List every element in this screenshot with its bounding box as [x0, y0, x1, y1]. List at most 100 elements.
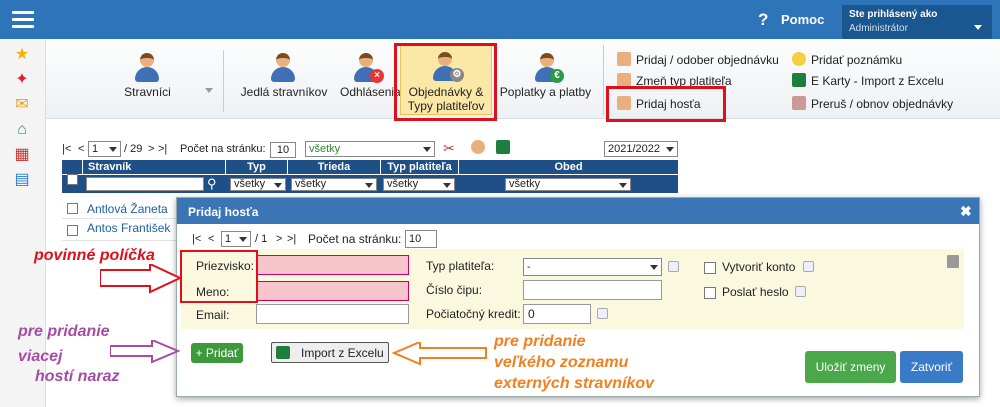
close-button[interactable]: Zatvoriť [900, 351, 963, 383]
ribbon-poplatky[interactable]: € Poplatky a platby [498, 53, 593, 113]
priezvisko-input[interactable] [256, 255, 409, 275]
annotation-import-3: externých stravníkov [494, 375, 655, 392]
th-trieda[interactable]: Trieda [287, 160, 380, 174]
row-name[interactable]: Antos František [87, 221, 170, 235]
modal-pager-last[interactable]: >| [287, 233, 296, 245]
per-page-input[interactable]: 10 [270, 142, 296, 158]
calendar-icon[interactable]: ▦ [13, 146, 31, 164]
caret-down-icon [274, 183, 282, 188]
help-link[interactable]: Pomoc [781, 12, 824, 27]
poslat-heslo-label: Poslať heslo [722, 285, 789, 299]
row-checkbox[interactable] [67, 225, 78, 236]
lightbulb-icon [792, 52, 806, 66]
filter-typ-platitela-value: všetky [387, 178, 419, 190]
vytvorit-konto-label: Vytvoriť konto [722, 260, 796, 274]
tools-icon[interactable]: ✂ [443, 140, 455, 157]
per-page-label: Počet na stránku: [180, 143, 266, 155]
user-name: Administrátor [849, 23, 908, 34]
meno-input[interactable] [256, 281, 409, 301]
person-icon [617, 52, 631, 66]
pager-page-select[interactable]: 1 [88, 141, 121, 157]
home-icon[interactable]: ⌂ [13, 121, 31, 139]
row-checkbox[interactable] [67, 203, 78, 214]
modal-pager-next[interactable]: > [276, 233, 282, 245]
link-pridat-poznamku[interactable]: Pridať poznámku [792, 52, 902, 67]
select-all-checkbox[interactable] [67, 174, 78, 185]
pager-total: / 29 [124, 143, 143, 155]
highlight-box-pridaj-hosta [606, 86, 726, 122]
search-icon[interactable]: ⚲ [207, 176, 217, 192]
ribbon-jedla[interactable]: Jedlá stravníkov [234, 53, 334, 113]
name-search-input[interactable] [86, 177, 204, 191]
year-select[interactable]: 2021/2022 [604, 141, 678, 157]
filter-obed[interactable]: všetky [505, 178, 631, 191]
user-menu[interactable]: Ste prihlásený ako Administrátor [842, 5, 992, 39]
link-prerus-obnov[interactable]: Preruš / obnov objednávky [792, 96, 953, 111]
modal-pager-prev[interactable]: < [208, 233, 214, 245]
pager-next[interactable]: > [148, 143, 154, 155]
pridat-button[interactable]: + Pridať [191, 343, 243, 363]
email-input[interactable] [256, 304, 409, 324]
filter-select[interactable]: všetky [305, 141, 435, 157]
modal-pager-page-select[interactable]: 1 [221, 231, 251, 247]
person-icon [617, 73, 631, 87]
close-icon[interactable]: ✖ [960, 203, 972, 220]
envelope-icon[interactable]: ✉ [13, 96, 31, 114]
annotation-import-2: veľkého zoznamu [494, 354, 629, 371]
typ-platitela-select[interactable]: - [523, 258, 662, 276]
excel-icon [276, 346, 290, 359]
info-icon[interactable] [803, 261, 814, 272]
caret-down-icon [666, 147, 674, 152]
hamburger-menu-icon[interactable] [12, 11, 34, 28]
top-bar: ? Pomoc Ste prihlásený ako Administrátor [0, 0, 1000, 39]
excel-export-icon[interactable] [496, 140, 510, 154]
caret-down-icon [423, 147, 431, 152]
vytvorit-konto-checkbox[interactable] [704, 262, 716, 274]
filter-typ-value: všetky [234, 178, 266, 190]
trash-icon[interactable] [947, 255, 959, 268]
chevron-down-icon[interactable] [205, 88, 213, 93]
filter-typ-platitela[interactable]: všetky [383, 178, 455, 191]
ribbon-stravnici[interactable]: Stravníci [100, 53, 195, 113]
info-icon[interactable] [597, 308, 608, 319]
import-excel-button[interactable]: Import z Excelu [271, 342, 389, 363]
magic-wand-icon[interactable]: ✦ [13, 71, 31, 89]
annotation-multi-1: pre pridanie [18, 323, 110, 340]
pager-last[interactable]: >| [158, 143, 167, 155]
th-typ[interactable]: Typ [225, 160, 287, 174]
help-icon[interactable]: ? [758, 10, 768, 30]
filter-trieda-value: všetky [295, 178, 327, 190]
th-obed[interactable]: Obed [458, 160, 678, 174]
kredit-input[interactable]: 0 [523, 304, 591, 324]
info-icon[interactable] [795, 286, 806, 297]
book-icon[interactable]: ▤ [13, 171, 31, 189]
annotation-arrow-purple [110, 340, 181, 364]
person-add-icon[interactable] [471, 140, 485, 154]
th-typ-platitela[interactable]: Typ platiteľa [380, 160, 458, 174]
filter-trieda[interactable]: všetky [291, 178, 377, 191]
modal-per-page-input[interactable]: 10 [405, 230, 437, 248]
caret-down-icon [619, 183, 627, 188]
caret-down-icon [365, 183, 373, 188]
row-name[interactable]: Antlová Žaneta [87, 202, 168, 216]
modal-pager-first[interactable]: |< [192, 233, 201, 245]
euro-badge-icon: € [550, 69, 564, 83]
filter-typ[interactable]: všetky [230, 178, 286, 191]
save-button[interactable]: Uložiť zmeny [805, 351, 896, 383]
poslat-heslo-checkbox[interactable] [704, 287, 716, 299]
cislo-cipu-input[interactable] [523, 280, 662, 300]
ribbon-odhlasenia[interactable]: × Odhlásenia [336, 53, 401, 113]
annotation-import-1: pre pridanie [494, 333, 586, 350]
pager-page-value: 1 [92, 143, 99, 155]
cislo-cipu-label: Číslo čipu: [426, 283, 483, 297]
user-prefix: Ste prihlásený ako [849, 9, 938, 20]
link-pridaj-odober[interactable]: Pridaj / odober objednávku [617, 52, 779, 67]
info-icon[interactable] [668, 261, 679, 272]
link-ekarty-import[interactable]: E Karty - Import z Excelu [792, 73, 944, 88]
pager-first[interactable]: |< [62, 143, 71, 155]
modal-pager-page-value: 1 [225, 233, 232, 245]
th-stravnik[interactable]: Stravník [82, 160, 225, 174]
pager-prev[interactable]: < [78, 143, 84, 155]
star-icon[interactable]: ★ [13, 46, 31, 64]
table-header: Stravník Typ Trieda Typ platiteľa Obed [62, 160, 678, 185]
